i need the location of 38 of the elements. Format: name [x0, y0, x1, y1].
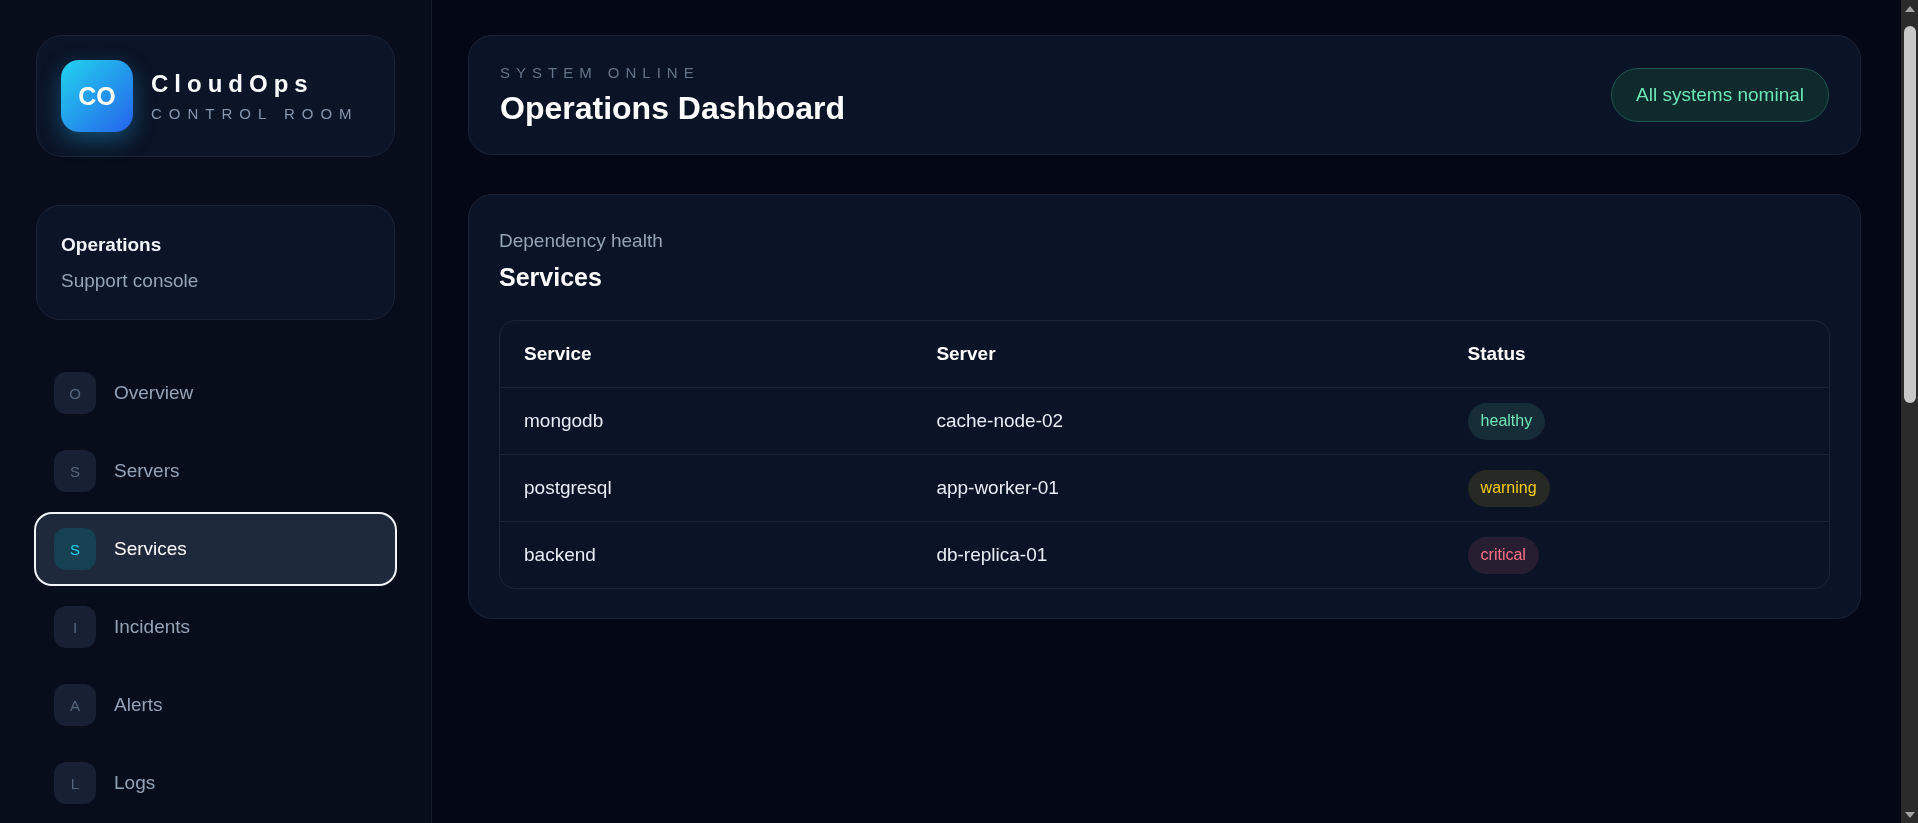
table-cell: postgresql — [524, 477, 612, 499]
nav-initial: S — [54, 450, 96, 492]
table-cell: app-worker-01 — [936, 477, 1059, 499]
scroll-up-icon[interactable] — [1904, 5, 1915, 12]
workspace-subtitle: Support console — [61, 268, 200, 293]
nav-item[interactable]: L Logs — [34, 746, 397, 820]
nav-initial: I — [54, 606, 96, 648]
status-eyebrow: SYSTEM ONLINE — [500, 63, 700, 83]
column-header: Service — [524, 343, 592, 365]
nav-item[interactable]: S Servers — [34, 434, 397, 508]
workspace-title: Operations — [61, 232, 163, 257]
table-cell: mongodb — [524, 410, 604, 432]
scrollbar-thumb[interactable] — [1903, 26, 1916, 403]
nav-item[interactable]: I Incidents — [34, 590, 397, 664]
brand-name: CloudOps — [151, 69, 315, 99]
column-header: Status — [1467, 343, 1526, 365]
nav-item[interactable]: A Alerts — [34, 668, 397, 742]
nav-initial: L — [54, 762, 96, 804]
brand-logo: CO — [61, 60, 133, 132]
scrollbar[interactable] — [1901, 0, 1918, 823]
page-title: Operations Dashboard — [500, 89, 845, 127]
brand-tagline: CONTROL ROOM — [151, 105, 359, 123]
nav-initial: A — [54, 684, 96, 726]
table-cell: db-replica-01 — [936, 544, 1048, 566]
table-cell: backend — [524, 544, 596, 566]
status-badge: warning — [1467, 469, 1550, 507]
status-badge: healthy — [1467, 402, 1546, 440]
nav-item[interactable]: S Services — [34, 512, 397, 586]
scroll-down-icon[interactable] — [1904, 811, 1915, 818]
nav-item[interactable]: O Overview — [34, 356, 397, 430]
table-cell: cache-node-02 — [936, 410, 1064, 432]
panel-title: Services — [499, 262, 602, 293]
nav-initial: O — [54, 372, 96, 414]
status-badge: critical — [1467, 536, 1539, 574]
panel-subtitle: Dependency health — [499, 229, 663, 253]
system-status-pill: All systems nominal — [1611, 68, 1829, 122]
column-header: Server — [936, 343, 996, 365]
nav-initial: S — [54, 528, 96, 570]
